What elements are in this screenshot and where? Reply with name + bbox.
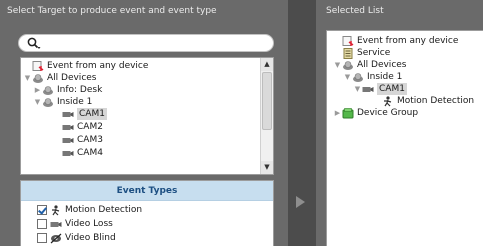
selected-item-inside-1[interactable]: ▼ Inside 1 (343, 71, 403, 83)
expand-arrow-icon[interactable]: ▶ (33, 84, 42, 96)
tree-item-label: All Devices (47, 73, 97, 83)
selected-list-title: Selected List (326, 6, 384, 16)
event-icon (342, 35, 354, 46)
camera-icon (62, 111, 74, 117)
selected-item-device-group[interactable]: ▶ Device Group (333, 107, 418, 119)
expand-arrow-icon[interactable]: ▼ (333, 59, 342, 71)
devices-icon (43, 97, 53, 107)
selected-item-event-any[interactable]: Event from any device (333, 35, 458, 47)
camera-icon (362, 86, 374, 92)
tree-item-cam2[interactable]: CAM2 (53, 121, 103, 133)
tree-item-label: CAM1 (77, 108, 107, 120)
selected-item-cam1[interactable]: ▼ CAM1 (353, 83, 407, 95)
expand-arrow-icon[interactable]: ▼ (33, 96, 42, 108)
tree-item-inside-1[interactable]: ▼ Inside 1 (33, 96, 93, 108)
tree-item-label: Inside 1 (367, 72, 403, 82)
event-icon (32, 60, 44, 71)
event-type-video-loss[interactable]: Video Loss (37, 218, 113, 230)
motion-icon (52, 204, 60, 215)
video-loss-icon (50, 221, 62, 227)
motion-detection-checkbox[interactable] (37, 205, 47, 215)
devices-icon (33, 73, 43, 83)
selected-item-all-devices[interactable]: ▼ All Devices (333, 59, 407, 71)
tree-item-label: CAM1 (377, 83, 407, 95)
tree-item-event-any[interactable]: Event from any device (23, 60, 148, 72)
tree-item-label: Motion Detection (397, 96, 475, 106)
tree-item-label: All Devices (357, 60, 407, 70)
tree-item-label: Device Group (357, 108, 419, 118)
expand-arrow-icon[interactable]: ▼ (343, 71, 352, 83)
event-types-header: Event Types (21, 181, 273, 201)
scroll-down-icon[interactable]: ▼ (261, 161, 273, 174)
event-type-label: Motion Detection (65, 205, 143, 215)
selected-item-service[interactable]: Service (333, 47, 390, 59)
tree-item-cam1[interactable]: CAM1 (53, 108, 107, 120)
target-panel: Select Target to produce event and event… (0, 0, 288, 246)
event-type-label: Video Blind (65, 233, 116, 243)
event-type-motion-detection[interactable]: Motion Detection (37, 204, 142, 216)
camera-icon (62, 124, 74, 130)
video-blind-icon (50, 233, 62, 243)
tree-item-label: CAM4 (77, 148, 103, 158)
camera-icon (62, 137, 74, 143)
devices-icon (353, 72, 363, 82)
service-icon (343, 47, 353, 59)
event-type-label: Video Loss (65, 219, 113, 229)
tree-item-label: Event from any device (47, 61, 149, 71)
arrow-right-icon[interactable] (296, 196, 305, 208)
tree-item-label: CAM3 (77, 135, 103, 145)
scroll-up-icon[interactable]: ▲ (261, 58, 273, 71)
tree-item-label: Info: Desk (57, 85, 103, 95)
selected-item-motion-detection[interactable]: Motion Detection (373, 95, 474, 107)
tree-item-all-devices[interactable]: ▼ All Devices (23, 72, 97, 84)
devices-icon (343, 60, 353, 70)
tree-item-label: Inside 1 (57, 97, 93, 107)
tree-item-cam3[interactable]: CAM3 (53, 134, 103, 146)
tree-item-cam4[interactable]: CAM4 (53, 147, 103, 159)
expand-arrow-icon[interactable]: ▶ (333, 107, 342, 119)
tree-item-label: Event from any device (357, 36, 459, 46)
event-type-video-blind[interactable]: Video Blind (37, 232, 116, 244)
motion-icon (384, 95, 392, 106)
search-input[interactable] (18, 34, 274, 52)
scroll-thumb[interactable] (262, 72, 272, 130)
event-types-list: Event Types Motion Detection Video Loss … (20, 180, 274, 246)
target-panel-title: Select Target to produce event and event… (7, 6, 217, 16)
selected-tree[interactable]: Event from any device Service ▼ All Devi… (326, 30, 483, 246)
search-icon[interactable] (27, 37, 41, 50)
tree-item-label: CAM2 (77, 122, 103, 132)
device-group-icon (342, 107, 354, 118)
devices-icon (43, 85, 53, 95)
video-loss-checkbox[interactable] (37, 219, 47, 229)
divider-band (288, 0, 316, 246)
tree-scrollbar[interactable]: ▲ ▼ (260, 58, 273, 174)
video-blind-checkbox[interactable] (37, 233, 47, 243)
tree-item-label: Service (357, 48, 391, 58)
tree-item-info-desk[interactable]: ▶ Info: Desk (33, 84, 103, 96)
expand-arrow-icon[interactable]: ▼ (353, 83, 362, 95)
selected-list-panel: Selected List Event from any device Serv… (316, 0, 483, 246)
target-tree[interactable]: Event from any device ▼ All Devices ▶ In… (20, 57, 274, 175)
expand-arrow-icon[interactable]: ▼ (23, 72, 32, 84)
camera-icon (62, 150, 74, 156)
